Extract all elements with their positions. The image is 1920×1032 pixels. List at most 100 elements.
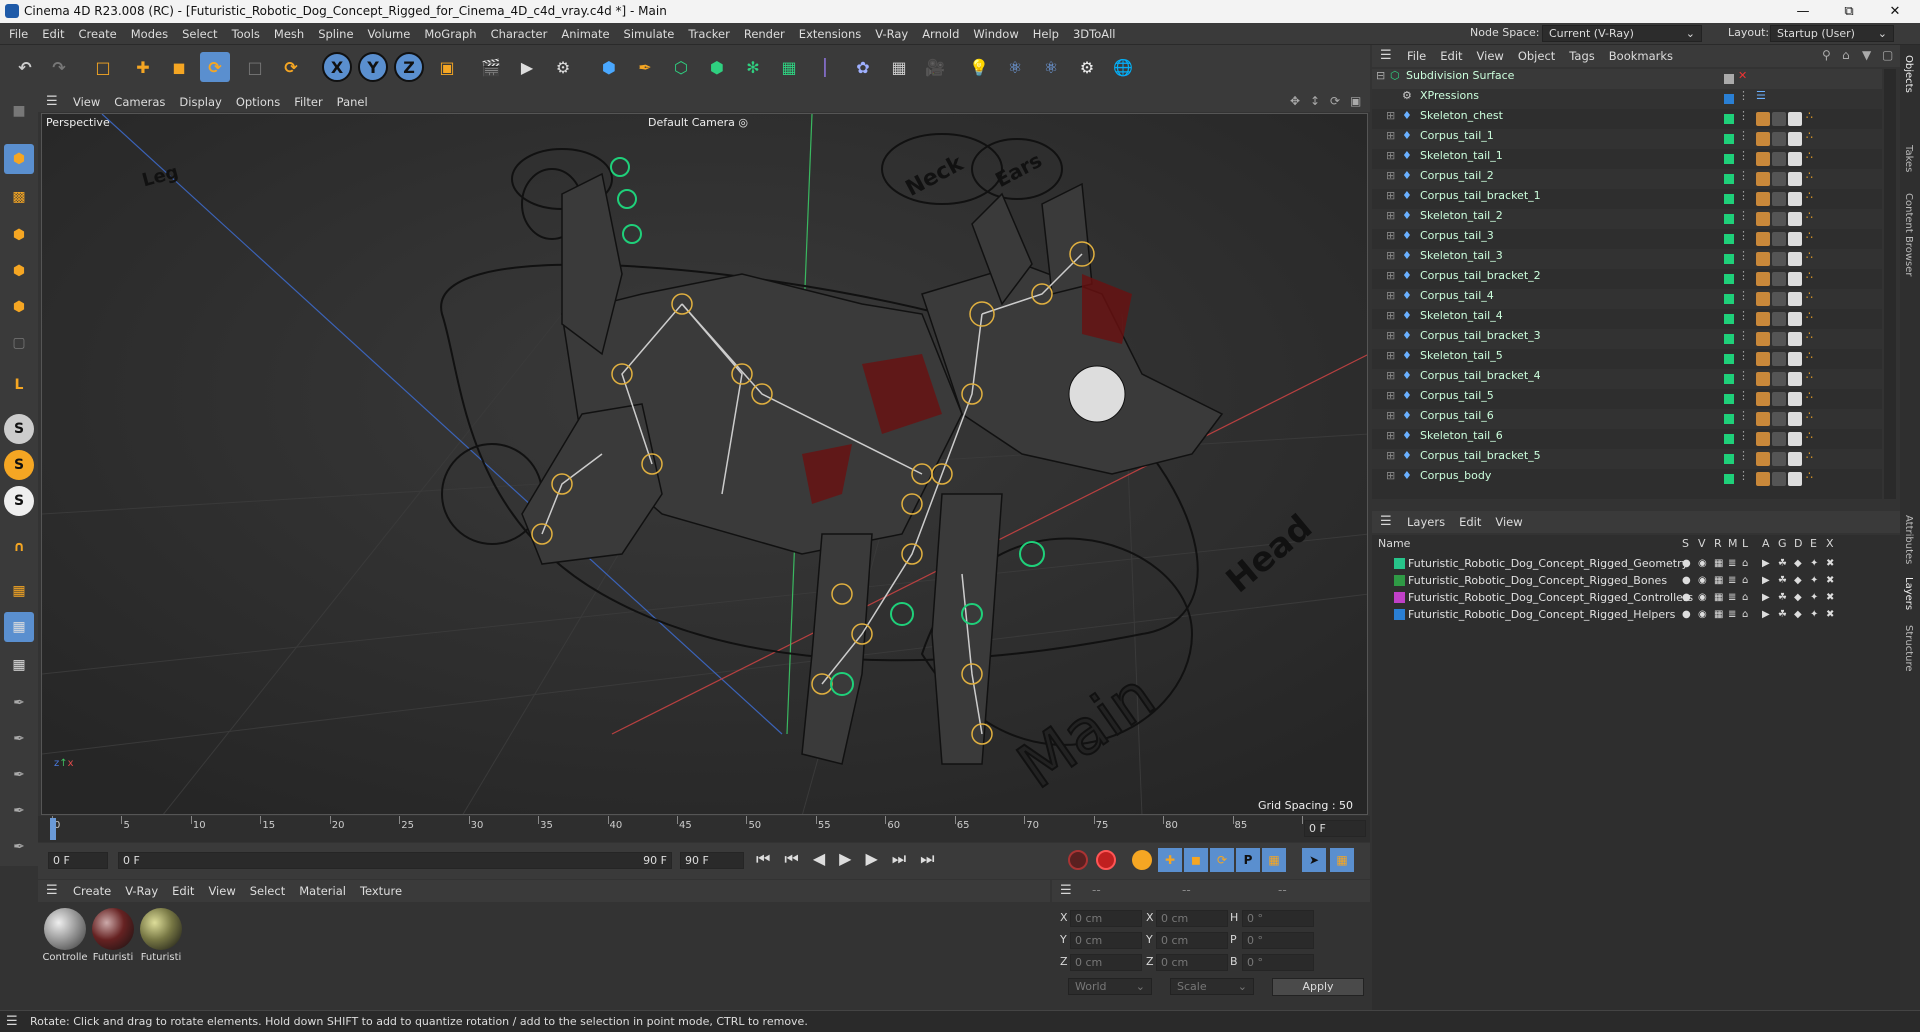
visibility-dots-icon[interactable]: ⋮ [1738,189,1749,202]
menu-view[interactable]: View [1470,45,1511,67]
checker-tag-icon[interactable] [1788,252,1802,266]
menu-mograph[interactable]: MoGraph [417,23,483,45]
ik-tag-icon[interactable]: ∴ [1806,209,1813,222]
object-row[interactable]: ⊞ ♦ Corpus_tail_bracket_3 ⋮ ∴ [1372,329,1882,349]
solo-dot-icon[interactable]: ● [1682,555,1691,572]
uv-mode-icon[interactable]: ▢ [4,328,34,358]
deformer-icon[interactable]: ◆ [1794,589,1802,606]
object-row[interactable]: ⊞ ♦ Corpus_tail_2 ⋮ ∴ [1372,169,1882,189]
ik-tag-icon[interactable]: ∴ [1806,469,1813,482]
menu-view[interactable]: View [201,880,242,902]
z-axis-lock-icon[interactable]: Z [394,52,424,82]
next-frame-icon[interactable]: ▶ [865,849,891,868]
object-scrollbar[interactable] [1884,69,1896,499]
hamburger-icon[interactable]: ☰ [46,94,58,109]
menu-display[interactable]: Display [172,91,228,113]
material-tag-icon[interactable] [1772,192,1786,206]
constraint-tag-icon[interactable] [1756,172,1770,186]
menu-create[interactable]: Create [66,880,118,902]
current-frame-field[interactable]: 0 F [1304,820,1366,837]
search-icon[interactable]: ⚲ [1822,48,1831,62]
material-tag-icon[interactable] [1772,292,1786,306]
generator-icon[interactable]: ☘ [1778,572,1787,589]
solo-dot-icon[interactable]: ● [1682,606,1691,623]
x-axis-lock-icon[interactable]: X [322,52,352,82]
ik-tag-icon[interactable]: ∴ [1806,129,1813,142]
lock-icon[interactable]: ⌂ [1742,572,1748,589]
constraint-tag-icon[interactable] [1756,152,1770,166]
expand-icon[interactable]: ⊞ [1386,309,1395,322]
go-to-end-icon[interactable]: ⏭ [920,849,948,868]
key-scale-icon[interactable]: ◼ [1184,848,1208,872]
hamburger-icon[interactable]: ☰ [6,1014,18,1029]
render-to-picture-viewer-icon[interactable]: ▶ [512,52,542,82]
visibility-dots-icon[interactable]: ⋮ [1738,89,1749,102]
visibility-dots-icon[interactable]: ⋮ [1738,449,1749,462]
brush-icon[interactable]: ✒ [4,796,34,826]
menu-filter[interactable]: Filter [287,91,329,113]
visibility-dots-icon[interactable]: ⋮ [1738,209,1749,222]
coord-field[interactable]: 0 cm [1156,954,1228,971]
key-parameter-icon[interactable]: P [1236,848,1260,872]
menu-select[interactable]: Select [243,880,292,902]
tab-objects[interactable]: Objects [1903,55,1914,93]
object-row[interactable]: ⊞ ♦ Corpus_tail_5 ⋮ ∴ [1372,389,1882,409]
zoom-view-icon[interactable]: ↕ [1310,94,1320,108]
render-icon[interactable]: ▦ [1714,606,1723,623]
manager-icon[interactable]: ≣ [1728,555,1736,572]
paint-icon[interactable]: ✒ [4,688,34,718]
menu-texture[interactable]: Texture [353,880,409,902]
menu-file[interactable]: File [2,23,35,45]
prev-frame-icon[interactable]: ◀ [813,849,839,868]
material-tag-icon[interactable] [1772,392,1786,406]
material-tag-icon[interactable] [1772,472,1786,486]
rotate-tool-icon[interactable]: ⟳ [200,52,230,82]
coord-field[interactable]: 0 cm [1070,932,1142,949]
visibility-dots-icon[interactable]: ⋮ [1738,429,1749,442]
lock-icon[interactable]: ⌂ [1742,606,1748,623]
recent-tool-icon[interactable]: □ [240,52,270,82]
coord-mode-dropdown[interactable]: Scale ⌄ [1170,978,1254,995]
menu-window[interactable]: Window [966,23,1025,45]
field-icon[interactable]: ✿ [848,52,878,82]
undo-icon[interactable]: ↶ [10,52,40,82]
layer-color-icon[interactable] [1394,609,1405,620]
lock-icon[interactable]: ⌂ [1742,589,1748,606]
material-tag-icon[interactable] [1772,372,1786,386]
locked-workplane-icon[interactable]: ▦ [4,650,34,680]
menu-select[interactable]: Select [175,23,224,45]
render-icon[interactable]: ▦ [1714,572,1723,589]
tab-structure[interactable]: Structure [1903,625,1914,672]
ik-tag-icon[interactable]: ∴ [1806,249,1813,262]
constraint-tag-icon[interactable] [1756,132,1770,146]
ik-tag-icon[interactable]: ∴ [1806,449,1813,462]
hamburger-icon[interactable]: ☰ [1380,514,1392,529]
floor-icon[interactable]: ▦ [884,52,914,82]
key-pla-icon[interactable]: ▦ [1262,848,1286,872]
object-row[interactable]: ⊞ ♦ Corpus_tail_4 ⋮ ∴ [1372,289,1882,309]
checker-tag-icon[interactable] [1788,332,1802,346]
object-row[interactable]: ⚙ XPressions ⋮ ☰ [1372,89,1882,109]
constraint-tag-icon[interactable] [1756,112,1770,126]
generator-icon[interactable]: ☘ [1778,555,1787,572]
range-slider[interactable]: 0 F 90 F [118,852,672,869]
expand-icon[interactable]: ⊞ [1386,189,1395,202]
keyframe-selection-icon[interactable] [1132,850,1152,870]
checker-tag-icon[interactable] [1788,372,1802,386]
menu-v-ray[interactable]: V-Ray [868,23,915,45]
home-icon[interactable]: ⌂ [1842,48,1850,62]
ik-tag-icon[interactable]: ∴ [1806,229,1813,242]
extrude-icon[interactable]: ⬢ [702,52,732,82]
layer-col-l[interactable]: L [1742,537,1748,550]
checker-tag-icon[interactable] [1788,392,1802,406]
visible-eye-icon[interactable]: ◉ [1698,606,1707,623]
checker-tag-icon[interactable] [1788,152,1802,166]
ik-tag-icon[interactable]: ∴ [1806,269,1813,282]
record-key-icon[interactable] [1096,850,1116,870]
timeline-ruler[interactable]: 051015202530354045505560657075808590 0 F [38,816,1370,842]
expand-icon[interactable]: ⊞ [1386,449,1395,462]
expand-icon[interactable]: ⊞ [1386,209,1395,222]
layer-row[interactable]: Futuristic_Robotic_Dog_Concept_Rigged_Bo… [1372,572,1892,589]
deformer-icon[interactable]: ◆ [1794,606,1802,623]
menu-create[interactable]: Create [72,23,124,45]
